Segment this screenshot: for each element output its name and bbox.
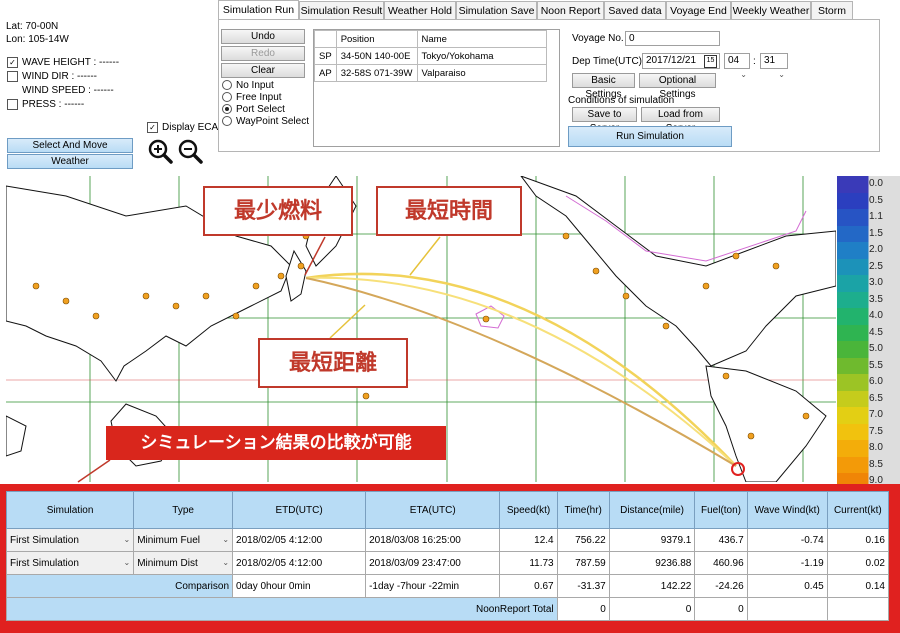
results-cell: 9236.88: [608, 551, 696, 575]
results-cell: 0.02: [826, 551, 890, 575]
results-cell-text: 12.4: [534, 534, 554, 546]
results-cell-text: 756.22: [575, 534, 606, 546]
type-select[interactable]: Minimum Fuel ⌄: [133, 528, 234, 552]
wave-scale-step: 4.5: [837, 324, 900, 341]
chevron-down-icon: ⌄: [222, 534, 230, 544]
wave-scale-step: 7.0: [837, 407, 900, 424]
results-cell: 460.96: [694, 551, 748, 575]
noonreport-label: NoonReport Total: [6, 597, 558, 621]
wave-scale-step: 7.5: [837, 423, 900, 440]
results-cell-text: Minimum Dist: [137, 557, 198, 569]
chevron-down-icon: ⌄: [123, 557, 131, 567]
results-cell: 2018/03/08 16:25:00: [365, 528, 501, 552]
results-cell: 11.73: [499, 551, 558, 575]
noonreport-cell: 0: [556, 597, 610, 621]
min-fuel-callout: 最少燃料: [203, 186, 353, 236]
results-cell: 436.7: [694, 528, 748, 552]
wave-scale-step: 2.5: [837, 258, 900, 275]
results-cell: -1.19: [746, 551, 828, 575]
wave-scale-step: 8.5: [837, 456, 900, 473]
comparison-cell: 0.45: [746, 574, 828, 598]
results-cell: 756.22: [556, 528, 610, 552]
results-header-4: Speed(kt): [499, 491, 558, 529]
wave-scale-step: 1.1: [837, 209, 900, 226]
wave-scale-step: 3.5: [837, 291, 900, 308]
results-header-9: Current(kt): [826, 491, 890, 529]
results-cell-text: 2018/02/05 4:12:00: [236, 534, 323, 546]
simulation-results-table: Simulation Type ETD(UTC) ETA(UTC) Speed(kt) T…: [5, 491, 890, 621]
results-cell: -0.74: [746, 528, 828, 552]
comparison-cell: 0.14: [826, 574, 890, 598]
results-cell-text: 0.16: [865, 534, 885, 546]
comparison-etd: 0day 0hour 0min: [232, 574, 367, 598]
comparison-label: Comparison: [5, 574, 234, 598]
results-row[interactable]: First Simulation ⌄ Minimum Fuel ⌄ 2018/02/05…: [5, 528, 890, 552]
results-cell-text: First Simulation: [10, 557, 79, 569]
wave-scale-step: 0.0: [837, 176, 900, 193]
wave-scale-step: 3.0: [837, 275, 900, 292]
results-cell-text: 11.73: [529, 557, 554, 569]
results-cell: 2018/02/05 4:12:00: [232, 551, 367, 575]
results-cell-text: 9379.1: [660, 534, 692, 546]
results-header-1: Type: [133, 491, 234, 529]
wave-scale-step: 0.5: [837, 192, 900, 209]
results-cell-text: -0.74: [800, 534, 824, 546]
min-dist-callout: 最短距離: [258, 338, 408, 388]
min-time-callout: 最短時間: [376, 186, 522, 236]
type-select[interactable]: Minimum Dist ⌄: [133, 551, 234, 575]
chevron-down-icon: ⌄: [222, 557, 230, 567]
comparison-eta: -1day -7hour -22min: [365, 574, 501, 598]
results-cell: 0.16: [826, 528, 890, 552]
chevron-down-icon: ⌄: [123, 534, 131, 544]
wave-scale-step: 4.0: [837, 308, 900, 325]
results-cell: 787.59: [556, 551, 610, 575]
results-row[interactable]: First Simulation ⌄ Minimum Dist ⌄ 2018/02/05…: [5, 551, 890, 575]
wave-scale-step: 2.0: [837, 242, 900, 259]
noonreport-cell: 0: [694, 597, 748, 621]
wave-scale-step: 5.0: [837, 341, 900, 358]
comparison-cell: 142.22: [608, 574, 696, 598]
results-cell-text: -1.19: [800, 557, 824, 569]
compare-callout: シミュレーション結果の比較が可能: [106, 426, 446, 460]
results-header-7: Fuel(ton): [694, 491, 748, 529]
results-cell-text: First Simulation: [10, 534, 79, 546]
wave-scale-step: 6.5: [837, 390, 900, 407]
comparison-cell: -24.26: [694, 574, 748, 598]
results-cell-text: 460.96: [713, 557, 744, 569]
results-header-8: Wave Wind(kt): [746, 491, 828, 529]
results-header-row: Simulation Type ETD(UTC) ETA(UTC) Speed(kt) T…: [5, 491, 890, 529]
wave-scale-step: 6.0: [837, 374, 900, 391]
results-cell-text: 2018/03/09 23:47:00: [369, 557, 461, 569]
wave-scale-step: 1.5: [837, 225, 900, 242]
results-cell-text: 2018/02/05 4:12:00: [236, 557, 323, 569]
results-cell: 9379.1: [608, 528, 696, 552]
simulation-select[interactable]: First Simulation ⌄: [5, 551, 135, 575]
results-cell-text: Minimum Fuel: [137, 534, 200, 546]
noonreport-empty-cell: [746, 597, 828, 621]
wave-scale-step: 5.5: [837, 357, 900, 374]
noonreport-empty-cell: [826, 597, 890, 621]
results-cell-text: 0.02: [865, 557, 885, 569]
results-header-3: ETA(UTC): [365, 491, 501, 529]
noonreport-row: NoonReport Total 0 0 0: [6, 597, 890, 621]
results-header-5: Time(hr): [556, 491, 610, 529]
results-cell-text: 2018/03/08 16:25:00: [369, 534, 461, 546]
results-cell: 12.4: [499, 528, 558, 552]
comparison-row: Comparison 0day 0hour 0min -1day -7hour -2…: [5, 574, 890, 598]
results-cell: 2018/03/09 23:47:00: [365, 551, 501, 575]
wave-scale-step: 8.0: [837, 440, 900, 457]
noonreport-cell: 0: [608, 597, 696, 621]
results-cell-text: 9236.88: [655, 557, 692, 569]
results-cell-text: 787.59: [575, 557, 606, 569]
comparison-cell: 0.67: [499, 574, 558, 598]
results-header-2: ETD(UTC): [232, 491, 367, 529]
comparison-cell: -31.37: [556, 574, 610, 598]
results-header-6: Distance(mile): [608, 491, 696, 529]
results-header-0: Simulation: [5, 491, 135, 529]
results-cell: 2018/02/05 4:12:00: [232, 528, 367, 552]
simulation-select[interactable]: First Simulation ⌄: [5, 528, 135, 552]
results-cell-text: 436.7: [718, 534, 744, 546]
